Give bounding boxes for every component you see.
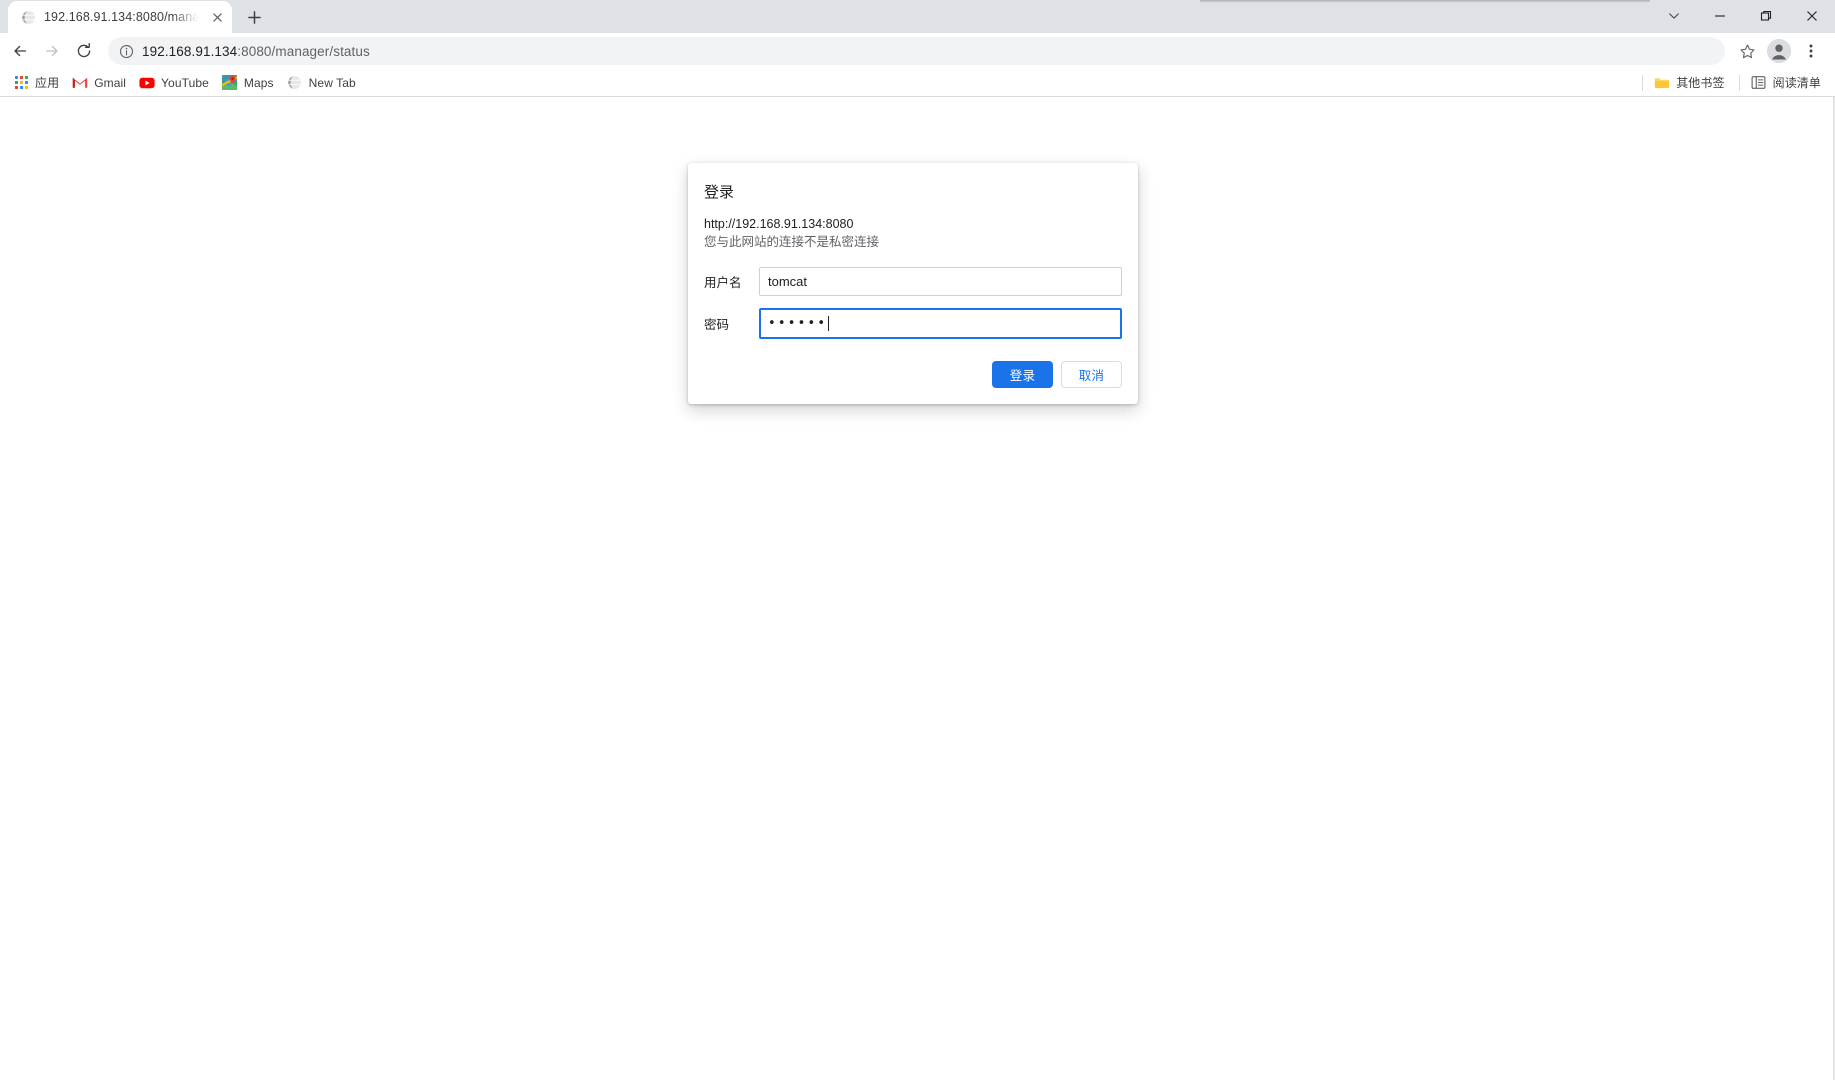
bookmark-label: Gmail <box>94 75 127 90</box>
reading-list-label: 阅读清单 <box>1772 76 1821 90</box>
browser-toolbar: 192.168.91.134:8080/manager/status <box>0 33 1835 69</box>
forward-button[interactable] <box>36 35 68 67</box>
folder-icon <box>1654 75 1670 91</box>
bookmark-label: 其他书签 <box>1676 76 1725 90</box>
bookmark-star-icon[interactable] <box>1731 35 1763 67</box>
close-icon[interactable] <box>208 8 226 26</box>
reload-button[interactable] <box>68 35 100 67</box>
dialog-title: 登录 <box>704 184 735 201</box>
login-cancel-button[interactable]: 取消 <box>1061 361 1122 388</box>
window-drag-edge <box>1200 0 1650 3</box>
profile-avatar[interactable] <box>1763 35 1795 67</box>
new-tab-button[interactable] <box>240 3 268 31</box>
bookmark-item-gmail[interactable]: Gmail <box>67 72 134 94</box>
password-masked-value: •••••• <box>768 316 828 331</box>
username-label: 用户名 <box>704 276 742 290</box>
bookmark-label: 应用 <box>35 76 60 90</box>
tab-strip: 192.168.91.134:8080/manager/status <box>0 0 1835 33</box>
bookmarks-divider <box>1642 74 1644 91</box>
tab-title: 192.168.91.134:8080/manager/status <box>44 10 200 24</box>
tab-search-button[interactable] <box>1651 0 1697 32</box>
bookmark-label: YouTube <box>161 75 209 90</box>
youtube-icon <box>139 75 155 91</box>
password-label: 密码 <box>704 318 730 332</box>
maximize-button[interactable] <box>1743 0 1789 32</box>
bookmark-item-youtube[interactable]: YouTube <box>134 72 217 94</box>
url-path: :8080/manager/status <box>237 43 370 59</box>
bookmark-label: Maps <box>243 75 274 90</box>
bookmark-item-apps[interactable]: 应用 <box>8 72 67 94</box>
back-button[interactable] <box>4 35 36 67</box>
login-dialog: 登录 http://192.168.91.134:8080 您与此网站的连接不是… <box>688 163 1138 404</box>
address-bar[interactable]: 192.168.91.134:8080/manager/status <box>108 37 1725 65</box>
page-viewport: 登录 http://192.168.91.134:8080 您与此网站的连接不是… <box>0 97 1835 1080</box>
username-input[interactable] <box>759 267 1122 296</box>
bookmark-item-new-tab[interactable]: New Tab <box>282 72 364 94</box>
dialog-origin: http://192.168.91.134:8080 <box>704 217 854 231</box>
dialog-actions: 登录 取消 <box>704 361 1122 388</box>
info-circle-icon[interactable] <box>118 43 134 59</box>
reload-icon <box>77 42 91 58</box>
password-input[interactable]: •••••• <box>759 308 1122 339</box>
dialog-security-warning: 您与此网站的连接不是私密连接 <box>704 235 880 249</box>
bookmark-label: New Tab <box>308 75 356 90</box>
browser-menu-button[interactable] <box>1795 35 1827 67</box>
browser-window: 192.168.91.134:8080/manager/status <box>0 0 1835 1080</box>
arrow-left-icon <box>14 45 27 57</box>
password-field-row: 密码 •••••• <box>704 308 1122 339</box>
login-submit-button[interactable]: 登录 <box>992 361 1053 388</box>
bookmarks-divider-2 <box>1738 74 1740 91</box>
globe-icon <box>287 75 303 91</box>
window-controls <box>1651 0 1835 32</box>
username-field-row: 用户名 <box>704 267 1122 296</box>
minimize-button[interactable] <box>1697 0 1743 32</box>
bookmark-item-other-bookmarks[interactable]: 其他书签 <box>1649 72 1732 94</box>
reading-list-button[interactable]: 阅读清单 <box>1746 72 1829 94</box>
apps-grid-icon <box>13 75 29 91</box>
window-close-button[interactable] <box>1789 0 1835 32</box>
reading-list-icon <box>1751 75 1767 91</box>
bookmarks-bar: 应用 Gmail YouTube Maps New Tab 其他书签 阅读清单 <box>0 69 1835 97</box>
three-dots-icon <box>1809 44 1813 58</box>
arrow-right-icon <box>45 45 58 57</box>
address-bar-url: 192.168.91.134:8080/manager/status <box>142 44 370 59</box>
maps-icon <box>222 75 238 91</box>
browser-tab[interactable]: 192.168.91.134:8080/manager/status <box>8 1 232 33</box>
text-caret <box>828 316 830 331</box>
window-right-edge <box>1833 97 1834 1080</box>
url-host: 192.168.91.134 <box>142 43 238 59</box>
bookmark-item-maps[interactable]: Maps <box>217 72 282 94</box>
gmail-icon <box>72 75 88 91</box>
globe-icon <box>20 9 36 25</box>
